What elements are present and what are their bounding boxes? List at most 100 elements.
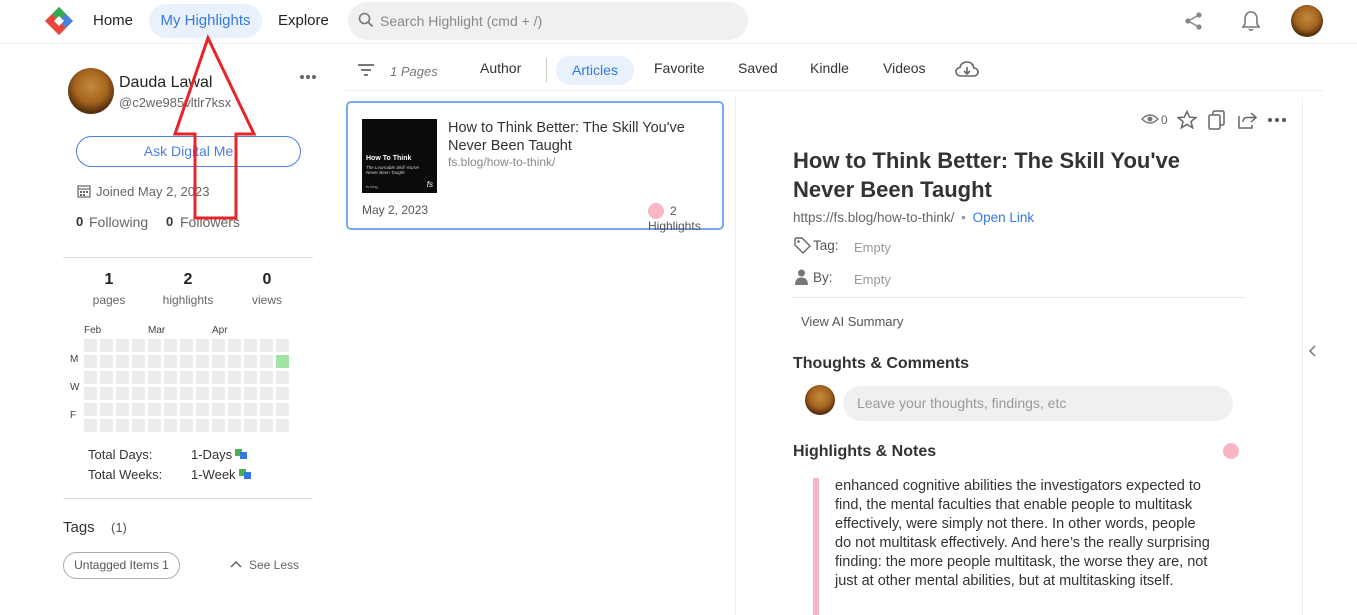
tab-author[interactable]: Author bbox=[480, 60, 521, 76]
nav-home[interactable]: Home bbox=[93, 12, 133, 29]
tag-value[interactable]: Empty bbox=[854, 240, 891, 255]
untagged-items-tag[interactable]: Untagged Items 1 bbox=[63, 552, 180, 579]
tab-videos[interactable]: Videos bbox=[883, 60, 926, 76]
card-title[interactable]: How to Think Better: The Skill You've Ne… bbox=[448, 119, 708, 155]
nav-explore[interactable]: Explore bbox=[278, 12, 329, 29]
heatmap-cell bbox=[212, 371, 225, 384]
heatmap-cell bbox=[84, 355, 97, 368]
copy-icon[interactable] bbox=[1208, 110, 1226, 130]
heatmap-cell bbox=[212, 403, 225, 416]
tab-favorite[interactable]: Favorite bbox=[654, 60, 705, 76]
month-label: Feb bbox=[84, 325, 102, 336]
heatmap-cell bbox=[260, 339, 273, 352]
search-input[interactable]: Search Highlight (cmd + /) bbox=[348, 2, 748, 40]
heatmap-cell bbox=[148, 387, 161, 400]
heatmap-cell bbox=[244, 403, 257, 416]
share-icon[interactable] bbox=[1184, 11, 1204, 31]
thumb-title: How To Think bbox=[366, 155, 412, 162]
card-date: May 2, 2023 bbox=[362, 203, 429, 217]
star-icon[interactable] bbox=[1177, 110, 1197, 130]
highlight-color-dot bbox=[648, 203, 664, 219]
heatmap-cell bbox=[228, 419, 241, 432]
more-options-icon[interactable] bbox=[1267, 117, 1287, 123]
heatmap-cell bbox=[180, 339, 193, 352]
chevron-left-icon[interactable] bbox=[1308, 345, 1316, 357]
heatmap-cell bbox=[276, 403, 289, 416]
highlight-text[interactable]: enhanced cognitive abilities the investi… bbox=[835, 477, 1210, 591]
heatmap-cell bbox=[148, 355, 161, 368]
chevron-up-icon[interactable] bbox=[230, 560, 242, 568]
heatmap-cell bbox=[132, 371, 145, 384]
cloud-download-icon[interactable] bbox=[955, 60, 979, 80]
tab-articles[interactable]: Articles bbox=[556, 56, 634, 85]
heatmap-cell bbox=[132, 355, 145, 368]
highlight-bar bbox=[813, 478, 819, 615]
heatmap-cell bbox=[228, 387, 241, 400]
heatmap-cell bbox=[132, 387, 145, 400]
heatmap-cell bbox=[212, 339, 225, 352]
person-icon bbox=[795, 269, 808, 285]
heatmap-cell bbox=[180, 419, 193, 432]
heatmap-cell bbox=[164, 339, 177, 352]
bell-icon[interactable] bbox=[1241, 10, 1261, 32]
divider bbox=[546, 58, 547, 82]
heatmap-cell bbox=[100, 403, 113, 416]
nav-my-highlights[interactable]: My Highlights bbox=[149, 4, 262, 38]
heatmap-cell bbox=[132, 419, 145, 432]
article-card[interactable]: How To Think The Learnable Skill You've … bbox=[346, 101, 724, 233]
tab-saved[interactable]: Saved bbox=[738, 60, 778, 76]
more-options-icon[interactable] bbox=[299, 74, 317, 80]
by-value[interactable]: Empty bbox=[854, 272, 891, 287]
heatmap-cell bbox=[100, 419, 113, 432]
heatmap-cell bbox=[196, 419, 209, 432]
heatmap-cell bbox=[260, 371, 273, 384]
heatmap-cell bbox=[164, 371, 177, 384]
export-icon[interactable] bbox=[1237, 110, 1257, 130]
heatmap-cell bbox=[260, 419, 273, 432]
tag-label: Tag: bbox=[813, 238, 839, 253]
heatmap-cell bbox=[100, 371, 113, 384]
app-logo-icon[interactable] bbox=[44, 6, 74, 36]
heatmap-cell bbox=[132, 339, 145, 352]
heatmap-cell bbox=[244, 371, 257, 384]
heatmap-cell bbox=[196, 371, 209, 384]
heatmap-cell bbox=[148, 339, 161, 352]
card-url: fs.blog/how-to-think/ bbox=[448, 155, 556, 169]
see-less-link[interactable]: See Less bbox=[249, 558, 299, 572]
user-avatar[interactable] bbox=[1291, 5, 1323, 37]
stat-views-label: views bbox=[251, 293, 282, 307]
stat-highlights-value: 2 bbox=[183, 271, 193, 288]
view-ai-summary-button[interactable]: View AI Summary bbox=[801, 314, 903, 329]
profile-avatar bbox=[68, 68, 114, 114]
tab-kindle[interactable]: Kindle bbox=[810, 60, 849, 76]
total-days-value: 1-Days bbox=[191, 447, 233, 462]
heatmap-cell bbox=[244, 355, 257, 368]
thoughts-title: Thoughts & Comments bbox=[793, 355, 969, 372]
tags-title: Tags bbox=[63, 519, 95, 536]
heatmap-cell bbox=[100, 387, 113, 400]
filter-icon[interactable] bbox=[357, 63, 375, 77]
heatmap-cell bbox=[276, 339, 289, 352]
following-label[interactable]: Following bbox=[89, 214, 148, 230]
divider bbox=[793, 297, 1245, 298]
tag-icon bbox=[794, 237, 811, 254]
heatmap-cell bbox=[116, 339, 129, 352]
month-label: Mar bbox=[148, 325, 166, 336]
highlight-color-dot[interactable] bbox=[1223, 443, 1239, 459]
search-icon bbox=[358, 12, 374, 28]
day-label: M bbox=[70, 354, 79, 365]
by-label: By: bbox=[813, 270, 833, 285]
heatmap-cell bbox=[180, 355, 193, 368]
month-label: Apr bbox=[212, 325, 228, 336]
divider bbox=[63, 257, 313, 258]
heatmap-cell bbox=[180, 371, 193, 384]
stat-pages-value: 1 bbox=[104, 271, 114, 288]
stat-pages-label: pages bbox=[92, 293, 126, 307]
divider bbox=[63, 498, 313, 499]
article-url-row: https://fs.blog/how-to-think/ • Open Lin… bbox=[793, 210, 1034, 225]
open-link[interactable]: Open Link bbox=[973, 210, 1035, 225]
eye-icon bbox=[1141, 114, 1159, 124]
comment-input[interactable]: Leave your thoughts, findings, etc bbox=[843, 386, 1233, 421]
following-count[interactable]: 0 bbox=[76, 214, 83, 229]
total-weeks-value: 1-Week bbox=[191, 467, 236, 482]
